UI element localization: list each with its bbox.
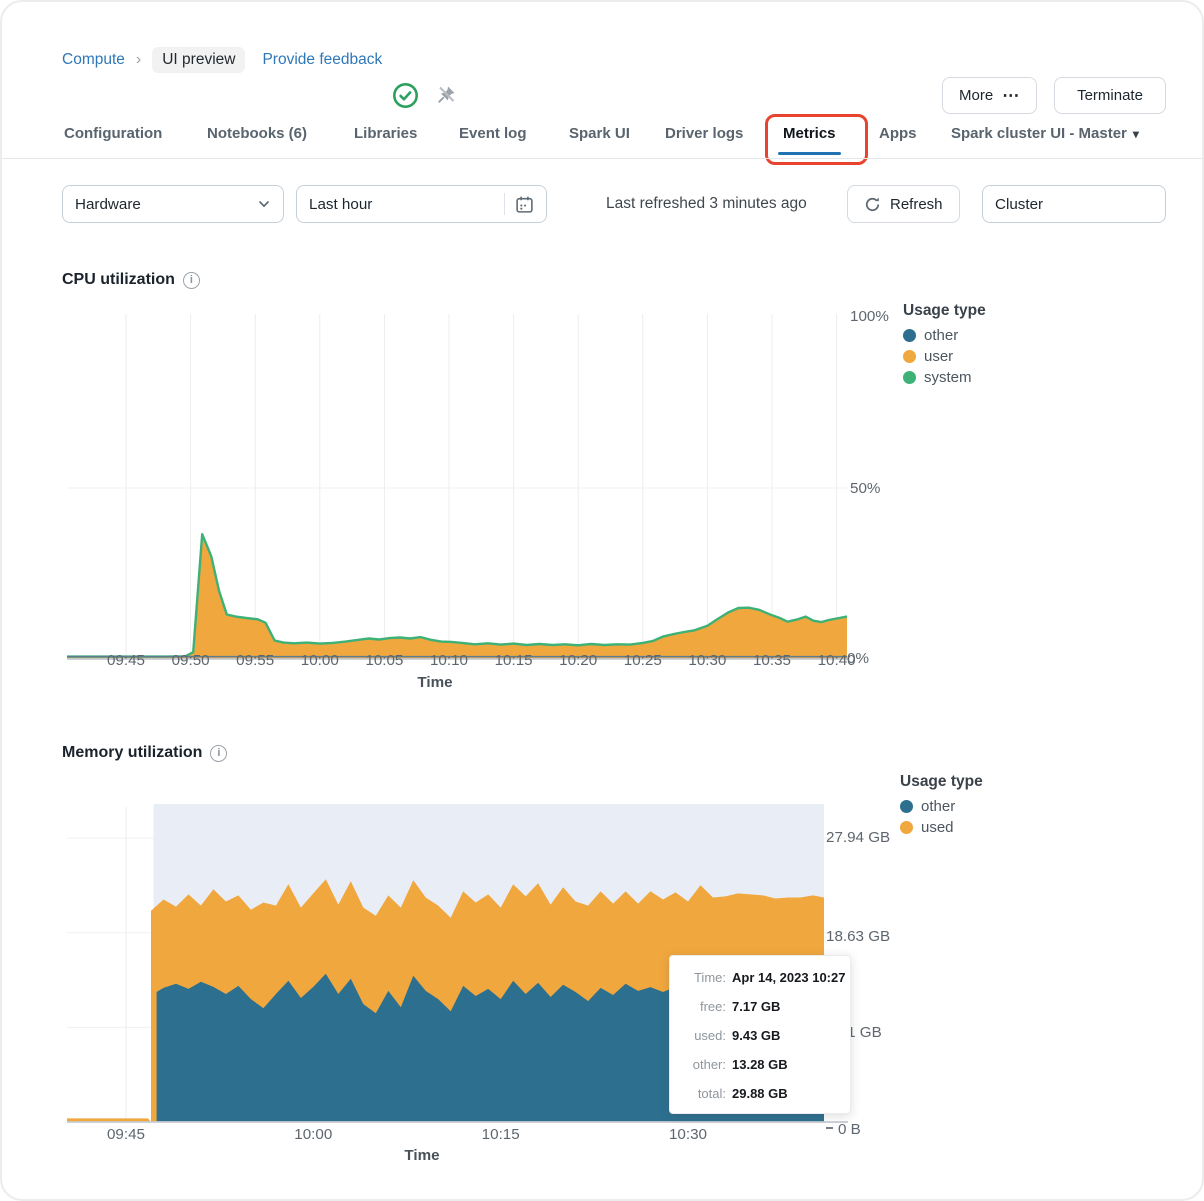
more-button-label: More (959, 87, 994, 104)
tab-configuration[interactable]: Configuration (62, 123, 164, 155)
pin-slash-icon[interactable] (435, 83, 458, 111)
legend-item-used[interactable]: used (900, 817, 983, 838)
metric-group-value: Hardware (75, 195, 141, 213)
cluster-select[interactable]: Cluster (982, 185, 1166, 223)
memory-x-axis-title: Time (404, 1147, 440, 1164)
tooltip-row-time: Time: Apr 14, 2023 10:27 (676, 968, 846, 987)
tab-spark-cluster-ui-label: Spark cluster UI - Master (951, 125, 1127, 142)
ytick-label: 50% (850, 480, 881, 497)
tooltip-row-total: total: 29.88 GB (697, 1086, 788, 1101)
legend-item-other[interactable]: other (900, 796, 983, 817)
legend-dot-icon (900, 800, 913, 813)
ytick-label: 27.94 GB (826, 829, 891, 846)
legend-item-label: other (921, 798, 956, 815)
breadcrumb-current-cluster: UI preview (152, 47, 246, 73)
tab-metrics-label: Metrics (783, 125, 836, 142)
tooltip-row-other: other: 13.28 GB (692, 1057, 788, 1072)
breadcrumb-compute-link[interactable]: Compute (62, 51, 125, 69)
cpu-utilization-chart[interactable] (67, 300, 849, 664)
terminate-button-label: Terminate (1077, 87, 1143, 104)
time-range-picker[interactable]: Last hour (296, 185, 547, 223)
refresh-button[interactable]: Refresh (847, 185, 960, 223)
xtick-label: 10:05 (365, 652, 404, 669)
tab-metrics[interactable]: Metrics (765, 114, 868, 165)
breadcrumb: Compute › UI preview Provide feedback (62, 47, 382, 73)
cpu-x-axis-title: Time (417, 674, 453, 691)
legend-item-user[interactable]: user (903, 346, 986, 367)
metric-group-select[interactable]: Hardware (62, 185, 284, 223)
legend-dot-icon (903, 371, 916, 384)
tab-event-log[interactable]: Event log (457, 123, 529, 155)
xtick-label: 09:50 (171, 652, 210, 669)
cluster-select-value: Cluster (995, 195, 1044, 213)
cpu-chart-title: CPU utilization (62, 271, 200, 289)
xtick-label: 10:30 (668, 1126, 707, 1143)
xtick-label: 10:20 (559, 652, 598, 669)
tooltip-time-label: Time: (693, 970, 726, 985)
memory-chart-title: Memory utilization (62, 744, 228, 762)
cpu-legend-title: Usage type (903, 302, 986, 319)
tooltip-row-free: free: 7.17 GB (699, 999, 781, 1014)
xtick-label: 10:15 (481, 1126, 520, 1143)
tooltip-row-used: used: 9.43 GB (694, 1028, 781, 1043)
xtick-label: 09:45 (106, 1126, 145, 1143)
refresh-icon (865, 196, 880, 211)
xtick-label: 10:30 (688, 652, 727, 669)
ytick-label: 0% (847, 650, 869, 667)
breadcrumb-separator: › (135, 51, 142, 68)
memory-legend: Usage type other used (900, 773, 983, 838)
tab-libraries[interactable]: Libraries (352, 123, 419, 155)
memory-hover-tooltip: Time: Apr 14, 2023 10:27 free: 7.17 GB u… (669, 955, 851, 1114)
tab-spark-ui[interactable]: Spark UI (567, 123, 632, 155)
calendar-icon (516, 196, 533, 213)
memory-chart-title-text: Memory utilization (62, 744, 203, 761)
tab-apps[interactable]: Apps (877, 123, 919, 155)
chevron-down-icon (259, 201, 269, 208)
legend-item-label: other (924, 327, 959, 344)
xtick-label: 10:00 (300, 652, 339, 669)
refresh-button-label: Refresh (890, 195, 943, 213)
cpu-chart-title-text: CPU utilization (62, 271, 175, 288)
ytick-label: 18.63 GB (826, 928, 891, 945)
provide-feedback-link[interactable]: Provide feedback (262, 51, 382, 69)
xtick-label: 10:15 (494, 652, 533, 669)
legend-item-system[interactable]: system (903, 367, 986, 388)
cluster-running-check-icon (392, 82, 419, 114)
last-refreshed-text: Last refreshed 3 minutes ago (606, 195, 807, 212)
more-ellipsis-icon: ⋯ (1002, 85, 1021, 105)
ytick-label: 100% (850, 308, 889, 325)
xtick-label: 09:45 (106, 652, 145, 669)
xtick-label: 10:00 (294, 1126, 333, 1143)
more-button[interactable]: More ⋯ (942, 77, 1038, 114)
time-range-value: Last hour (309, 195, 373, 213)
compute-metrics-page: Compute › UI preview Provide feedback Mo… (0, 0, 1204, 1201)
chevron-down-icon: ▾ (1132, 127, 1139, 141)
tabs-divider (2, 158, 1202, 159)
legend-item-label: user (924, 348, 954, 365)
legend-item-label: used (921, 819, 954, 836)
tooltip-time-value: Apr 14, 2023 10:27 (732, 970, 846, 985)
divider (504, 193, 505, 215)
ytick-label: 0 B (826, 1121, 861, 1138)
tab-driver-logs[interactable]: Driver logs (663, 123, 745, 155)
legend-item-label: system (924, 369, 972, 386)
tab-notebooks[interactable]: Notebooks (6) (205, 123, 309, 155)
legend-dot-icon (903, 329, 916, 342)
info-icon[interactable] (210, 744, 228, 762)
legend-dot-icon (900, 821, 913, 834)
memory-legend-title: Usage type (900, 773, 983, 790)
xtick-label: 10:10 (429, 652, 468, 669)
info-icon[interactable] (182, 271, 200, 289)
legend-dot-icon (903, 350, 916, 363)
xtick-label: 10:35 (752, 652, 791, 669)
terminate-button[interactable]: Terminate (1054, 77, 1166, 114)
cpu-legend: Usage type other user system (903, 302, 986, 388)
xtick-label: 09:55 (236, 652, 275, 669)
cluster-tabs: Configuration Notebooks (6) Libraries Ev… (2, 114, 1202, 165)
xtick-label: 10:25 (623, 652, 662, 669)
legend-item-other[interactable]: other (903, 325, 986, 346)
tab-spark-cluster-ui[interactable]: Spark cluster UI - Master ▾ (949, 123, 1141, 155)
